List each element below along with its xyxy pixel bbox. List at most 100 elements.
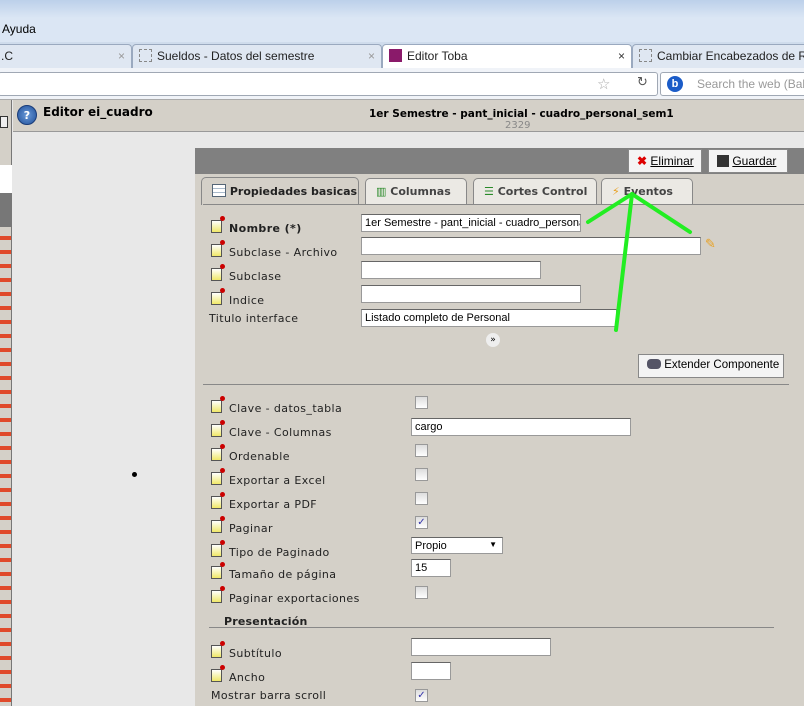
nombre-input[interactable]: 1er Semestre - pant_inicial - cuadro_per… (361, 214, 581, 232)
browser-tab[interactable]: Sueldos - Datos del semestre × (132, 44, 382, 68)
tamano-pagina-label: Tamaño de página (229, 568, 337, 581)
browser-tab[interactable]: Cambiar Encabezados de Re (632, 44, 804, 68)
page-title: Editor ei_cuadro (43, 105, 153, 119)
edit-file-icon[interactable]: ✎ (705, 237, 716, 252)
subclase-label: Subclase (229, 270, 282, 283)
ancho-input[interactable] (411, 662, 451, 680)
nombre-label: Nombre (*) (229, 222, 302, 235)
property-icon (211, 240, 225, 257)
tab-label: .C (1, 49, 13, 63)
tab-propiedades-basicas[interactable]: Propiedades basicas (201, 177, 359, 205)
guardar-button[interactable]: Guardar (708, 149, 788, 173)
collapse-icon[interactable] (0, 116, 8, 128)
property-icon (211, 540, 225, 557)
property-icon (211, 492, 225, 509)
search-placeholder: Search the web (Bab (697, 77, 804, 91)
tab-label: Columnas (390, 185, 451, 198)
page-icon (639, 49, 652, 62)
property-icon (211, 562, 225, 579)
expand-icon[interactable]: » (486, 333, 500, 347)
exportar-pdf-checkbox[interactable] (415, 492, 428, 505)
clave-columnas-input[interactable]: cargo (411, 418, 631, 436)
close-icon[interactable]: × (618, 49, 625, 63)
paginar-exportaciones-checkbox[interactable] (415, 586, 428, 599)
paginar-checkbox[interactable]: ✓ (415, 516, 428, 529)
panel-toolbar: ✖ Eliminar Guardar (195, 148, 804, 174)
subtitulo-input[interactable] (411, 638, 551, 656)
tipo-paginado-select[interactable]: Propio ▼ (411, 537, 503, 554)
ordenable-label: Ordenable (229, 450, 290, 463)
select-value: Propio (415, 540, 447, 552)
menu-ayuda[interactable]: Ayuda (2, 22, 36, 36)
exportar-excel-checkbox[interactable] (415, 468, 428, 481)
ordenable-checkbox[interactable] (415, 444, 428, 457)
tree-item (0, 193, 12, 227)
editor-header: ? Editor ei_cuadro 1er Semestre - pant_i… (13, 100, 804, 132)
dot (132, 472, 137, 477)
search-engine-icon[interactable]: b (667, 76, 683, 92)
cortes-icon: ☰ (484, 185, 494, 198)
property-icon (211, 641, 225, 658)
columns-icon: ▥ (376, 185, 387, 198)
window-titlebar (0, 0, 804, 18)
mostrar-scroll-label: Mostrar barra scroll (211, 689, 327, 702)
button-label: Eliminar (650, 154, 694, 168)
tab-label: Propiedades basicas (229, 185, 358, 198)
close-icon[interactable]: × (368, 49, 375, 63)
browser-tab[interactable]: .C × (0, 44, 132, 68)
component-name: 1er Semestre - pant_inicial - cuadro_per… (369, 108, 674, 120)
reload-icon[interactable]: ↻ (637, 75, 648, 90)
clave-columnas-label: Clave - Columnas (229, 426, 332, 439)
page-icon (139, 49, 152, 62)
indice-label: Indice (229, 294, 265, 307)
divider (209, 627, 774, 628)
left-tree-strip (0, 100, 12, 706)
subclase-archivo-input[interactable] (361, 237, 701, 255)
save-icon (717, 155, 729, 167)
ancho-label: Ancho (229, 671, 266, 684)
tree-item (0, 165, 12, 193)
tab-label: Cambiar Encabezados de Re (657, 49, 804, 63)
tab-label: Eventos (623, 185, 673, 198)
edit-icon-list[interactable] (0, 228, 11, 706)
properties-panel: ✖ Eliminar Guardar Propiedades basicas ▥… (195, 148, 804, 706)
button-label: Extender Componente (664, 359, 780, 371)
help-icon[interactable]: ? (17, 105, 37, 125)
titulo-interface-input[interactable]: Listado completo de Personal (361, 309, 617, 327)
navigation-bar: ☆ ↻ b Search the web (Bab (0, 68, 804, 100)
url-input[interactable]: ☆ ↻ (0, 72, 658, 96)
chevron-down-icon: ▼ (489, 540, 497, 549)
clave-datos-tabla-label: Clave - datos_tabla (229, 402, 343, 415)
browser-tab-active[interactable]: Editor Toba × (382, 44, 632, 68)
tamano-pagina-input[interactable]: 15 (411, 559, 451, 577)
property-icon (211, 420, 225, 437)
property-icon (211, 396, 225, 413)
tab-label: Cortes Control (497, 185, 588, 198)
tab-cortes-control[interactable]: ☰ Cortes Control (473, 178, 597, 204)
delete-icon: ✖ (637, 154, 648, 168)
exportar-pdf-label: Exportar a PDF (229, 498, 318, 511)
extender-componente-button[interactable]: Extender Componente (638, 354, 784, 378)
property-icon (211, 586, 225, 603)
search-input[interactable]: b Search the web (Bab (660, 72, 804, 96)
eliminar-button[interactable]: ✖ Eliminar (628, 149, 702, 173)
component-id: 2329 (505, 120, 531, 131)
property-icon (211, 468, 225, 485)
property-icon (211, 216, 225, 233)
subclase-input[interactable] (361, 261, 541, 279)
paginar-exportaciones-label: Paginar exportaciones (229, 592, 360, 605)
clave-datos-tabla-checkbox[interactable] (415, 396, 428, 409)
mostrar-scroll-checkbox[interactable]: ✓ (415, 689, 428, 702)
subtitulo-label: Subtítulo (229, 647, 282, 660)
browser-tab-bar: .C × Sueldos - Datos del semestre × Editor… (0, 42, 804, 68)
table-icon (212, 184, 226, 197)
indice-input[interactable] (361, 285, 581, 303)
paginar-label: Paginar (229, 522, 273, 535)
tab-eventos[interactable]: ⚡ Eventos (601, 178, 693, 204)
star-icon[interactable]: ☆ (597, 75, 610, 93)
close-icon[interactable]: × (118, 49, 125, 63)
tipo-paginado-label: Tipo de Paginado (229, 546, 330, 559)
tab-label: Sueldos - Datos del semestre (157, 49, 315, 63)
tab-label: Editor Toba (407, 49, 468, 63)
tab-columnas[interactable]: ▥ Columnas (365, 178, 467, 204)
